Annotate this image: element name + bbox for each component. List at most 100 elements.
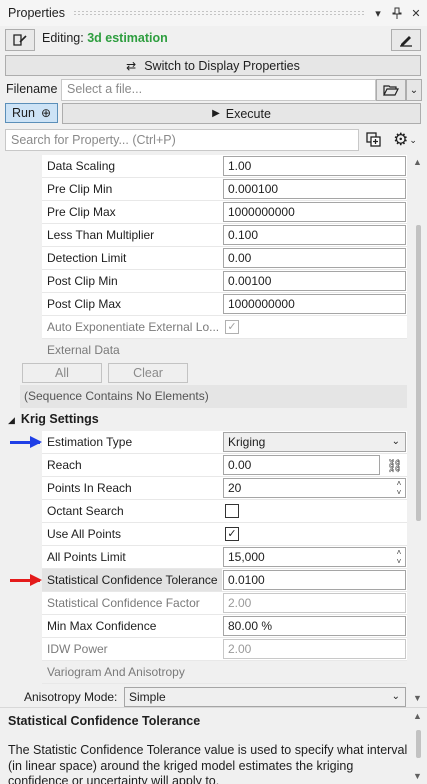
estimation-type-select[interactable]: Kriging ⌄ bbox=[223, 432, 406, 452]
property-name: Min Max Confidence bbox=[42, 615, 222, 638]
browse-folder-button[interactable] bbox=[376, 79, 406, 101]
property-value-input[interactable]: 0.100 bbox=[223, 225, 406, 245]
property-value-input[interactable]: 1000000000 bbox=[223, 294, 406, 314]
scroll-thumb[interactable] bbox=[416, 225, 421, 521]
scroll-down-icon[interactable]: ▼ bbox=[413, 693, 422, 703]
blue-annotation-arrow bbox=[10, 436, 42, 448]
auto-exponentiate-checkbox: ✓ bbox=[225, 320, 239, 334]
anisotropy-label: Anisotropy Mode: bbox=[24, 690, 118, 704]
collapse-caret-icon[interactable]: ◢ bbox=[8, 415, 15, 425]
property-grid: Data Scaling 1.00 Pre Clip Min 0.000100 … bbox=[0, 155, 427, 707]
property-row: All Points Limit 15,000 ˄ ˅ bbox=[0, 546, 410, 569]
anisotropy-mode-value: Simple bbox=[129, 690, 166, 704]
property-row: Min Max Confidence 80.00 % bbox=[0, 615, 410, 638]
editing-prefix: Editing: bbox=[42, 31, 84, 45]
property-name: Data Scaling bbox=[42, 155, 222, 178]
property-value-input[interactable]: 1000000000 bbox=[223, 202, 406, 222]
anisotropy-mode-select[interactable]: Simple ⌄ bbox=[124, 687, 406, 707]
sequence-note: (Sequence Contains No Elements) bbox=[20, 385, 407, 408]
property-name: Estimation Type bbox=[42, 431, 222, 454]
switch-button-label: Switch to Display Properties bbox=[144, 58, 300, 73]
close-icon[interactable]: ✕ bbox=[408, 5, 424, 21]
all-button[interactable]: All bbox=[22, 363, 102, 383]
confidence-tolerance-input[interactable]: 0.0100 bbox=[223, 570, 406, 590]
panel-titlebar: Properties ▾ ✕ bbox=[0, 0, 427, 26]
property-name: Statistical Confidence Tolerance bbox=[42, 569, 222, 592]
property-name: Reach bbox=[42, 454, 222, 477]
points-in-reach-input[interactable]: 20 bbox=[223, 478, 406, 498]
scroll-down-icon[interactable]: ▼ bbox=[413, 771, 422, 781]
editing-label: Editing: 3d estimation bbox=[42, 31, 168, 45]
folder-open-icon bbox=[383, 85, 399, 96]
filename-input[interactable]: Select a file... bbox=[61, 79, 376, 101]
property-row: Pre Clip Min 0.000100 bbox=[0, 178, 410, 201]
edit-doc-button[interactable] bbox=[5, 29, 35, 51]
external-data-header: External Data bbox=[42, 339, 407, 362]
execute-label: Execute bbox=[225, 106, 271, 121]
property-row: Less Than Multiplier 0.100 bbox=[0, 224, 410, 247]
property-value-input[interactable]: 0.00 bbox=[223, 248, 406, 268]
min-max-confidence-input[interactable]: 80.00 % bbox=[223, 616, 406, 636]
clear-button[interactable]: Clear bbox=[108, 363, 188, 383]
description-line: (in linear space) around the kriged mode… bbox=[8, 758, 354, 773]
run-label: Run bbox=[12, 106, 35, 120]
property-row: IDW Power 2.00 bbox=[0, 638, 410, 661]
drag-grip[interactable] bbox=[72, 10, 364, 16]
property-value-input[interactable]: 0.000100 bbox=[223, 179, 406, 199]
property-row: Post Clip Max 1000000000 bbox=[0, 293, 410, 316]
stepper-arrows-icon[interactable]: ˄ ˅ bbox=[393, 479, 405, 497]
property-name: IDW Power bbox=[42, 638, 222, 661]
property-name: Pre Clip Max bbox=[42, 201, 222, 224]
chevron-down-icon: ⌄ bbox=[391, 436, 400, 447]
property-row: Use All Points ✓ bbox=[0, 523, 410, 546]
property-row: Auto Exponentiate External Lo... ✓ bbox=[0, 316, 410, 339]
idw-power-input: 2.00 bbox=[223, 639, 406, 659]
use-all-points-checkbox[interactable]: ✓ bbox=[225, 527, 239, 541]
category-label: Krig Settings bbox=[20, 412, 99, 426]
chevron-down-icon: ⌄ bbox=[391, 691, 400, 702]
estimation-type-value: Kriging bbox=[228, 435, 266, 449]
pen-button[interactable] bbox=[391, 29, 421, 51]
switch-to-display-properties-button[interactable]: ⇄ Switch to Display Properties bbox=[5, 55, 421, 76]
property-name: Pre Clip Min bbox=[42, 178, 222, 201]
property-row: Octant Search bbox=[0, 500, 410, 523]
filename-dropdown-button[interactable]: ⌄ bbox=[406, 79, 422, 101]
description-scrollbar[interactable]: ▲ ▼ bbox=[410, 708, 427, 784]
property-name: Post Clip Min bbox=[42, 270, 222, 293]
stepper-arrows-icon[interactable]: ˄ ˅ bbox=[393, 548, 405, 566]
property-value-input[interactable]: 1.00 bbox=[223, 156, 406, 176]
all-points-limit-input[interactable]: 15,000 bbox=[223, 547, 406, 567]
reach-input[interactable]: 0.00 bbox=[223, 455, 380, 475]
scroll-thumb[interactable] bbox=[416, 730, 421, 758]
property-search-input[interactable]: Search for Property... (Ctrl+P) bbox=[5, 129, 359, 151]
property-name: Auto Exponentiate External Lo... bbox=[42, 316, 222, 339]
editing-document-name: 3d estimation bbox=[87, 31, 168, 45]
description-line: The Statistic Confidence Tolerance value… bbox=[8, 743, 408, 757]
dropdown-icon[interactable]: ▾ bbox=[370, 5, 386, 21]
property-name: Less Than Multiplier bbox=[42, 224, 222, 247]
settings-gear-icon[interactable]: ⚙ ⌄ bbox=[389, 129, 421, 151]
swap-arrows-icon: ⇄ bbox=[126, 58, 137, 73]
run-toggle-button[interactable]: Run ⊕ bbox=[5, 103, 58, 123]
property-row: Statistical Confidence Tolerance 0.0100 bbox=[0, 569, 410, 592]
edit-document-icon bbox=[13, 34, 27, 46]
scroll-up-icon[interactable]: ▲ bbox=[413, 157, 422, 167]
anisotropy-row: Anisotropy Mode: Simple ⌄ bbox=[0, 686, 410, 707]
execute-button[interactable]: ▶ Execute bbox=[62, 103, 421, 124]
octant-search-checkbox[interactable] bbox=[225, 504, 239, 518]
category-krig-settings[interactable]: ◢ Krig Settings bbox=[0, 408, 410, 432]
property-row: Data Scaling 1.00 bbox=[0, 155, 410, 178]
pen-icon bbox=[400, 36, 412, 47]
filename-label: Filename bbox=[6, 82, 58, 96]
property-name: Octant Search bbox=[42, 500, 222, 523]
pin-icon[interactable] bbox=[389, 5, 405, 21]
chevron-down-icon: ⌄ bbox=[409, 84, 419, 96]
property-value-input[interactable]: 0.00100 bbox=[223, 271, 406, 291]
confidence-factor-input: 2.00 bbox=[223, 593, 406, 613]
scroll-up-icon[interactable]: ▲ bbox=[413, 711, 422, 721]
link-icon[interactable]: ⛓ bbox=[386, 458, 403, 474]
description-body: The Statistic Confidence Tolerance value… bbox=[8, 743, 408, 784]
property-row: Points In Reach 20 ˄ ˅ bbox=[0, 477, 410, 500]
grid-scrollbar[interactable]: ▲ ▼ bbox=[410, 155, 427, 707]
copy-add-icon[interactable] bbox=[363, 129, 385, 151]
